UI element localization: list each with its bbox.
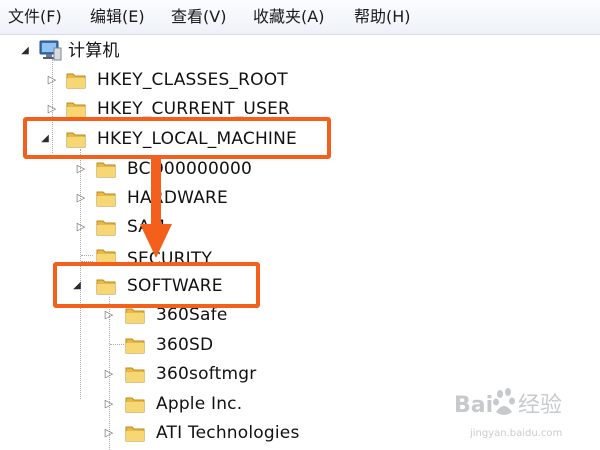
expand-closed-icon[interactable]: ▷ xyxy=(102,305,116,329)
menu-file[interactable]: 文件(F) xyxy=(8,5,62,29)
tree-node-apple[interactable]: ▷ Apple Inc. xyxy=(0,390,300,418)
registry-editor-screenshot: 文件(F) 编辑(E) 查看(V) 收藏夹(A) 帮助(H) ◢ 计算机 ▷ H… xyxy=(0,0,600,450)
folder-icon xyxy=(96,162,116,178)
expand-closed-icon[interactable]: ▷ xyxy=(45,66,59,94)
baidu-watermark: Bai 经验 jingyan.baidu.com xyxy=(452,382,592,446)
tree-label-computer: 计算机 xyxy=(68,41,120,61)
tree-node-360softmgr[interactable]: ▷ 360softmgr xyxy=(0,360,300,388)
menu-view[interactable]: 查看(V) xyxy=(171,5,226,29)
menu-favorites[interactable]: 收藏夹(A) xyxy=(253,5,324,29)
highlight-box-hklm xyxy=(23,117,331,159)
expand-closed-icon[interactable]: ▷ xyxy=(102,419,116,447)
folder-icon xyxy=(125,308,145,324)
expand-open-icon[interactable]: ◢ xyxy=(18,37,32,65)
down-arrow-icon xyxy=(140,158,172,258)
tree-label-360sd: 360SD xyxy=(156,335,214,355)
menu-edit[interactable]: 编辑(E) xyxy=(90,5,145,29)
folder-icon xyxy=(96,220,116,236)
svg-text:经验: 经验 xyxy=(518,393,562,418)
tree-node-ati[interactable]: ▷ ATI Technologies xyxy=(0,419,320,447)
folder-icon xyxy=(125,426,145,442)
highlight-box-software xyxy=(53,262,260,308)
folder-icon xyxy=(125,367,145,383)
tree-label-apple: Apple Inc. xyxy=(156,394,243,414)
expand-closed-icon[interactable]: ▷ xyxy=(74,213,88,241)
expand-closed-icon[interactable]: ▷ xyxy=(102,360,116,388)
expand-closed-icon[interactable]: ▷ xyxy=(74,184,88,212)
tree-node-computer[interactable]: ◢ 计算机 xyxy=(0,37,300,65)
watermark-url: jingyan.baidu.com xyxy=(470,428,563,439)
folder-icon xyxy=(66,102,86,118)
tree-node-360safe[interactable]: ▷ 360Safe xyxy=(0,305,300,329)
folder-icon xyxy=(66,73,86,89)
expand-closed-icon[interactable]: ▷ xyxy=(74,155,88,183)
folder-icon xyxy=(125,338,145,354)
menu-bar: 文件(F) 编辑(E) 查看(V) 收藏夹(A) 帮助(H) xyxy=(0,0,600,35)
tree-node-360sd[interactable]: 360SD xyxy=(0,331,300,359)
folder-icon xyxy=(96,191,116,207)
tree-label-ati: ATI Technologies xyxy=(156,423,300,443)
menu-help[interactable]: 帮助(H) xyxy=(354,5,411,29)
tree-label-hkcr: HKEY_CLASSES_ROOT xyxy=(97,70,288,90)
tree-label-360safe: 360Safe xyxy=(156,305,228,325)
tree-label-360softmgr: 360softmgr xyxy=(156,364,257,384)
computer-icon xyxy=(39,40,62,61)
tree-node-hkcr[interactable]: ▷ HKEY_CLASSES_ROOT xyxy=(0,66,320,94)
baidu-logo-icon: Bai 经验 xyxy=(454,388,562,418)
expand-closed-icon[interactable]: ▷ xyxy=(102,390,116,418)
svg-text:Bai: Bai xyxy=(454,393,493,418)
folder-icon xyxy=(125,397,145,413)
